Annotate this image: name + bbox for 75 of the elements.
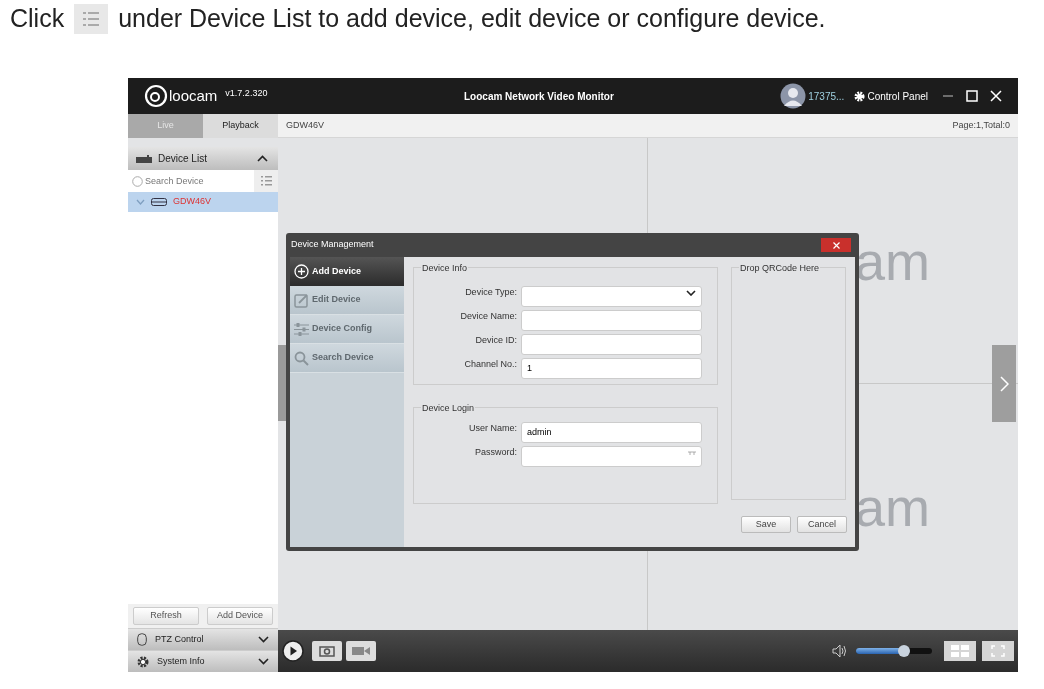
- collapse-handle[interactable]: [278, 345, 286, 421]
- field-label: User Name:: [468, 421, 518, 435]
- input-field[interactable]: [521, 309, 702, 331]
- settings-icon: [854, 90, 866, 102]
- search-icon: [294, 350, 309, 366]
- search-icon: [132, 175, 143, 187]
- search-field[interactable]: Search Device: [145, 170, 254, 192]
- chevron-icon: [686, 290, 696, 296]
- pane-logo-text: am: [855, 234, 930, 288]
- group-title: Device Login: [421, 402, 476, 416]
- tab[interactable]: Playback: [203, 114, 278, 138]
- avatar-icon: [780, 83, 807, 109]
- device-name-text: GDW46V: [286, 118, 324, 132]
- dropdown-field[interactable]: [521, 285, 702, 307]
- device-icon: [151, 198, 167, 206]
- chevron-icon: [258, 636, 269, 643]
- field-label: Device Name:: [459, 309, 518, 323]
- speaker-icon[interactable]: [832, 644, 848, 658]
- plus-circle-icon: [294, 264, 309, 279]
- version-text: v1.7.2.320: [225, 87, 268, 101]
- field-label: Password:: [473, 445, 518, 459]
- chevron-icon: [258, 658, 269, 665]
- volume-thumb[interactable]: [897, 645, 910, 657]
- settings-icon: [137, 655, 149, 668]
- input-field[interactable]: [521, 333, 702, 355]
- save-button[interactable]: Save: [741, 516, 791, 533]
- sidebar-section-header[interactable]: PTZ Control: [128, 628, 278, 650]
- grid-icon: [951, 645, 969, 657]
- video-camera-icon: [352, 646, 370, 656]
- drop-area-label: Drop QRCode Here: [739, 262, 821, 276]
- device-icon: [136, 154, 152, 163]
- close-icon[interactable]: [990, 90, 1002, 102]
- sliders-icon: [294, 321, 309, 337]
- control-panel-button[interactable]: Control Panel: [854, 88, 928, 104]
- dialog-nav-item[interactable]: Search Device: [290, 344, 404, 373]
- list-icon: [74, 4, 109, 34]
- edit-icon: [294, 292, 309, 308]
- app-logo-text: loocam: [169, 85, 218, 106]
- snapshot-button[interactable]: [312, 641, 342, 661]
- next-page-button[interactable]: [992, 345, 1016, 422]
- instruction-text: Click: [10, 3, 65, 35]
- sidebar-section-header[interactable]: System Info: [128, 650, 278, 672]
- fullscreen-button[interactable]: [982, 641, 1014, 661]
- close-button[interactable]: [821, 238, 851, 252]
- mouse-icon: [137, 633, 147, 646]
- field-label: Device Type:: [464, 285, 518, 299]
- close-icon: [832, 241, 840, 249]
- volume-slider[interactable]: [856, 648, 932, 654]
- refresh-button[interactable]: Refresh: [133, 607, 199, 625]
- dialog-title: Device Management: [291, 238, 374, 252]
- add-device-button[interactable]: Add Device: [207, 607, 273, 625]
- field-label: Device ID:: [474, 333, 518, 347]
- field-label: Channel No.:: [463, 357, 518, 371]
- instruction-text: under Device List to add device, edit device or configure device.: [118, 3, 826, 35]
- dialog-nav-item[interactable]: Add Device: [290, 257, 404, 286]
- user-id-text[interactable]: 17375...: [808, 88, 845, 104]
- fullscreen-icon: [991, 645, 1005, 657]
- dialog-nav-item[interactable]: Edit Device: [290, 286, 404, 315]
- list-icon[interactable]: [254, 170, 278, 192]
- play-icon[interactable]: [282, 640, 304, 662]
- input-field[interactable]: 1: [521, 357, 702, 379]
- cancel-button[interactable]: Cancel: [797, 516, 847, 533]
- logo-icon: [144, 84, 168, 108]
- page-count-text: Page:1,Total:0: [952, 118, 1010, 132]
- maximize-icon[interactable]: [966, 90, 978, 102]
- layout-button[interactable]: [944, 641, 976, 661]
- dialog-nav-item[interactable]: Device Config: [290, 315, 404, 344]
- window-title: Loocam Network Video Monitor: [464, 89, 614, 104]
- device-list-header[interactable]: Device List: [128, 147, 278, 170]
- record-button[interactable]: [346, 641, 376, 661]
- camera-icon: [319, 645, 335, 657]
- chevron-icon: [999, 375, 1009, 392]
- input-field[interactable]: admin: [521, 421, 702, 443]
- input-field[interactable]: [521, 445, 702, 467]
- chevron-icon: [136, 199, 145, 205]
